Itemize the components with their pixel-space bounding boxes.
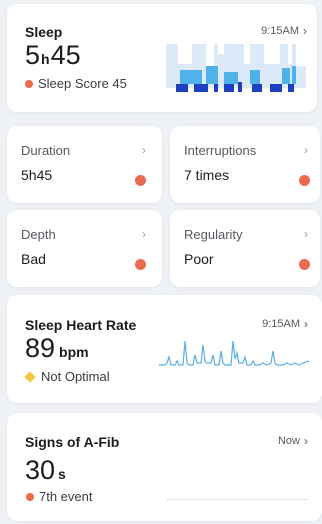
heart-rate-card[interactable]: Sleep Heart Rate 9:15AM › 89 bpm Not Opt… bbox=[7, 295, 322, 403]
chevron-right-icon: › bbox=[304, 227, 308, 241]
heart-rate-value: 89 bbox=[25, 333, 56, 363]
afib-time: Now bbox=[277, 435, 300, 447]
heart-rate-reading: 89 bpm bbox=[25, 333, 89, 364]
sleep-score-label: Sleep Score 45 bbox=[38, 76, 127, 91]
regularity-value: Poor bbox=[184, 251, 214, 267]
status-dot-icon bbox=[135, 259, 146, 270]
status-dot-icon bbox=[299, 175, 310, 186]
chevron-right-icon: › bbox=[303, 24, 307, 38]
interruptions-value: 7 times bbox=[184, 167, 230, 183]
duration-value: 5h45 bbox=[21, 167, 53, 183]
afib-unit: s bbox=[58, 466, 66, 482]
interruptions-label: Interruptions bbox=[184, 143, 257, 158]
status-dot-icon bbox=[26, 492, 34, 501]
interruptions-tile[interactable]: Interruptions › 7 times bbox=[170, 126, 320, 203]
regularity-tile[interactable]: Regularity › Poor bbox=[170, 210, 320, 287]
status-dot-icon bbox=[299, 259, 310, 270]
chevron-right-icon: › bbox=[142, 227, 146, 241]
afib-reading: 30 s bbox=[25, 455, 66, 486]
afib-value: 30 bbox=[25, 455, 56, 485]
heart-rate-unit: bpm bbox=[59, 344, 89, 360]
heart-rate-time-header[interactable]: 9:15AM › bbox=[262, 317, 308, 331]
status-dot-icon bbox=[25, 79, 33, 88]
status-dot-icon bbox=[135, 175, 146, 186]
chevron-right-icon: › bbox=[304, 434, 308, 448]
sleep-stages-chart bbox=[166, 44, 306, 92]
heart-rate-status-label: Not Optimal bbox=[41, 369, 110, 384]
afib-time-header[interactable]: Now › bbox=[278, 434, 308, 448]
chevron-right-icon: › bbox=[304, 317, 308, 331]
sleep-hours: 5 bbox=[25, 40, 41, 70]
depth-tile[interactable]: Depth › Bad bbox=[7, 210, 162, 287]
sleep-duration: 5 h 45 bbox=[25, 40, 81, 71]
depth-label: Depth bbox=[21, 227, 56, 242]
sleep-hours-unit: h bbox=[41, 51, 50, 67]
afib-title: Signs of A-Fib bbox=[25, 434, 120, 450]
afib-card[interactable]: Signs of A-Fib Now › 30 s 7th event bbox=[7, 413, 322, 521]
depth-value: Bad bbox=[21, 251, 46, 267]
heart-rate-time: 9:15AM bbox=[262, 318, 300, 330]
duration-label: Duration bbox=[21, 143, 71, 158]
sleep-time: 9:15AM bbox=[261, 25, 299, 37]
heart-rate-title: Sleep Heart Rate bbox=[25, 317, 137, 333]
afib-status: 7th event bbox=[26, 489, 93, 504]
duration-tile[interactable]: Duration › 5h45 bbox=[7, 126, 162, 203]
chevron-right-icon: › bbox=[142, 143, 146, 157]
regularity-label: Regularity bbox=[184, 227, 243, 242]
chevron-right-icon: › bbox=[304, 143, 308, 157]
sleep-time-header[interactable]: 9:15AM › bbox=[261, 24, 307, 38]
sleep-card[interactable]: Sleep 9:15AM › 5 h 45 Sleep Score 45 bbox=[7, 4, 317, 112]
afib-status-label: 7th event bbox=[39, 489, 93, 504]
heart-rate-chart bbox=[159, 340, 309, 366]
heart-rate-status: Not Optimal bbox=[24, 369, 110, 384]
sleep-title: Sleep bbox=[25, 24, 63, 40]
afib-baseline bbox=[167, 499, 307, 500]
sleep-minutes: 45 bbox=[50, 40, 81, 70]
sleep-score: Sleep Score 45 bbox=[25, 76, 127, 91]
warning-diamond-icon bbox=[24, 370, 36, 383]
